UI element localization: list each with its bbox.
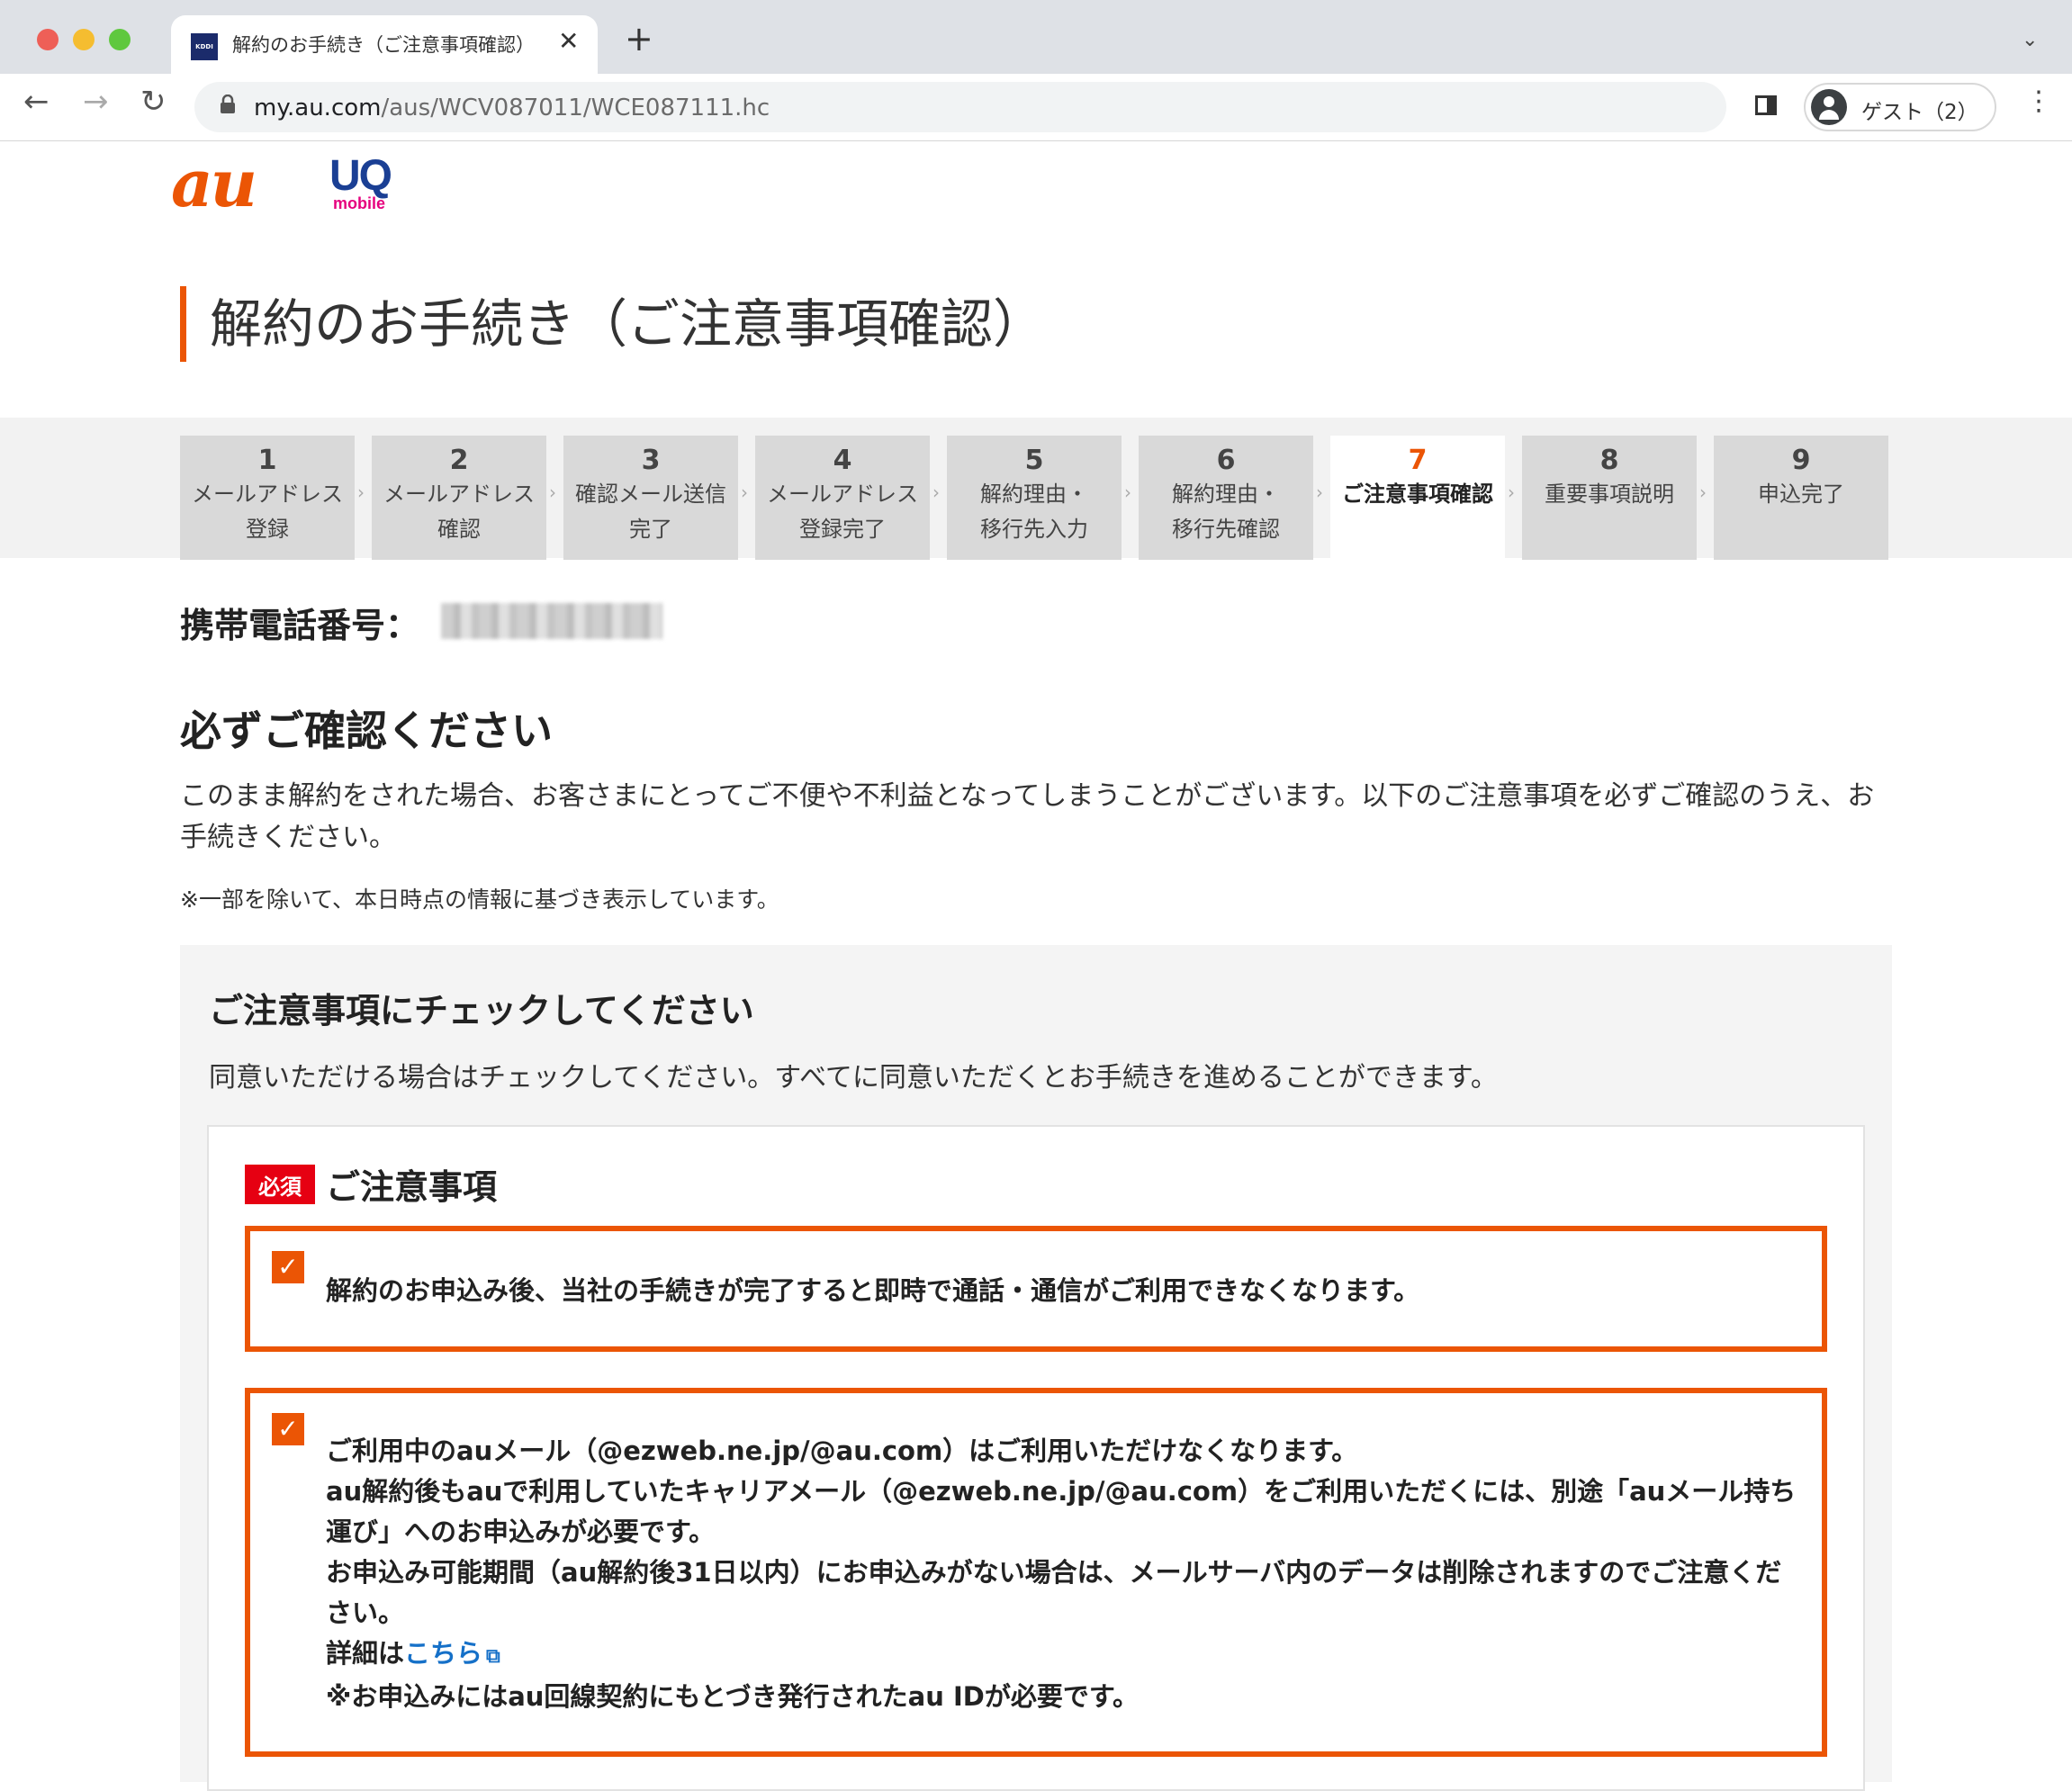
browser-toolbar: ← → ↻ my.au.com/aus/WCV087011/WCE087111.…: [0, 74, 2072, 141]
step-label: ご注意事項確認: [1342, 482, 1493, 507]
tab-close-icon[interactable]: ✕: [558, 26, 579, 56]
profile-label: ゲスト（2）: [1861, 101, 1978, 124]
address-bar[interactable]: my.au.com/aus/WCV087011/WCE087111.hc: [194, 82, 1726, 132]
step-6: 6 解約理由・ 移行先確認: [1139, 436, 1313, 560]
step-label: 重要事項説明: [1545, 482, 1674, 507]
window-zoom-button[interactable]: [109, 29, 131, 50]
step-7: 7 ご注意事項確認: [1330, 436, 1505, 560]
step-number: 8: [1599, 445, 1619, 476]
uq-logo-subtext: mobile: [333, 194, 386, 212]
window-minimize-button[interactable]: [73, 29, 95, 50]
step-4: 4 メールアドレス 登録完了: [755, 436, 930, 560]
au-logo[interactable]: au: [171, 151, 257, 216]
step-separator-icon: ›: [357, 482, 365, 503]
tab-title: 解約のお手続き（ご注意事項確認）: [232, 34, 535, 56]
uq-logo-text: UQ: [329, 152, 392, 200]
confirm-note-text: ※一部を除いて、本日時点の情報に基づき表示しています。: [180, 886, 779, 913]
url-text: my.au.com/aus/WCV087011/WCE087111.hc: [254, 94, 770, 122]
notice-item-2-line-5: ※お申込みにはau回線契約にもとづき発行されたau IDが必要です。: [326, 1681, 1139, 1712]
step-separator-icon: ›: [1699, 482, 1707, 503]
step-5: 5 解約理由・ 移行先入力: [947, 436, 1122, 560]
browser-menu-icon[interactable]: ⋮: [2025, 88, 2052, 115]
new-tab-button[interactable]: +: [625, 22, 653, 56]
step-separator-icon: ›: [1508, 482, 1515, 503]
detail-link[interactable]: こちら: [404, 1638, 482, 1669]
notice-item-1[interactable]: ✓ 解約のお申込み後、当社の手続きが完了すると即時で通話・通信がご利用できなくな…: [245, 1226, 1827, 1352]
notice-item-2-line-1: ご利用中のauメール（@ezweb.ne.jp/@au.com）はご利用いただけ…: [326, 1436, 1358, 1466]
step-separator-icon: ›: [1316, 482, 1323, 503]
confirm-intro-text: このまま解約をされた場合、お客さまにとってご不便や不利益となってしまうことがござ…: [180, 780, 1875, 853]
notice-heading: ご注意事項: [326, 1167, 498, 1207]
step-label: メールアドレス 登録: [192, 482, 343, 542]
profile-button[interactable]: ゲスト（2）: [1804, 83, 1996, 131]
detail-prefix: 詳細は: [326, 1638, 405, 1669]
lock-icon[interactable]: [220, 94, 236, 120]
url-host: my.au.com: [254, 94, 382, 122]
step-number: 9: [1791, 445, 1811, 476]
step-separator-icon: ›: [932, 482, 940, 503]
required-badge: 必須: [245, 1165, 315, 1204]
step-9: 9 申込完了: [1714, 436, 1888, 560]
uq-mobile-logo[interactable]: UQ mobile: [329, 152, 392, 213]
back-button[interactable]: ←: [23, 86, 50, 117]
step-number: 6: [1216, 445, 1236, 476]
notice-item-1-checkbox[interactable]: ✓: [272, 1251, 304, 1283]
page-title: 解約のお手続き（ご注意事項確認）: [180, 286, 1045, 362]
step-separator-icon: ›: [741, 482, 748, 503]
step-1: 1 メールアドレス 登録: [180, 436, 355, 560]
check-panel-title: ご注意事項にチェックしてください: [209, 991, 754, 1030]
step-label: 申込完了: [1758, 482, 1844, 507]
step-number: 2: [449, 445, 469, 476]
forward-button[interactable]: →: [83, 86, 109, 117]
step-label: 解約理由・ 移行先入力: [980, 482, 1088, 542]
notice-item-2-text: ご利用中のauメール（@ezweb.ne.jp/@au.com）はご利用いただけ…: [326, 1431, 1802, 1717]
step-label: メールアドレス 確認: [383, 482, 535, 542]
tab-search-icon[interactable]: ⌄: [2022, 29, 2038, 51]
step-3: 3 確認メール送信 完了: [563, 436, 738, 560]
side-panel-icon[interactable]: [1755, 95, 1777, 115]
notice-item-2-line-2: au解約後もauで利用していたキャリアメール（@ezweb.ne.jp/@au.…: [326, 1476, 1797, 1547]
notice-item-2[interactable]: ✓ ご利用中のauメール（@ezweb.ne.jp/@au.com）はご利用いた…: [245, 1388, 1827, 1757]
step-number: 7: [1408, 445, 1428, 476]
step-label: 確認メール送信 完了: [575, 482, 726, 542]
notice-item-1-text: 解約のお申込み後、当社の手続きが完了すると即時で通話・通信がご利用できなくなりま…: [326, 1275, 1420, 1306]
phone-number-value-redacted: [441, 603, 662, 639]
step-2: 2 メールアドレス 確認: [372, 436, 546, 560]
step-number: 1: [257, 445, 277, 476]
step-number: 3: [641, 445, 661, 476]
step-number: 4: [833, 445, 852, 476]
step-label: メールアドレス 登録完了: [767, 482, 918, 542]
step-separator-icon: ›: [549, 482, 556, 503]
confirm-section-title: 必ずご確認ください: [180, 706, 553, 755]
step-separator-icon: ›: [1124, 482, 1131, 503]
step-label: 解約理由・ 移行先確認: [1172, 482, 1280, 542]
browser-tab[interactable]: KDDI 解約のお手続き（ご注意事項確認） ✕: [171, 15, 598, 74]
profile-avatar-icon: [1811, 89, 1847, 125]
external-link-icon: ⧉: [486, 1645, 500, 1668]
phone-number-label: 携帯電話番号：: [180, 606, 420, 645]
notice-item-2-detail-line: 詳細はこちら ⧉: [326, 1634, 1802, 1677]
check-panel-description: 同意いただける場合はチェックしてください。すべてに同意いただくとお手続きを進める…: [209, 1062, 1498, 1094]
step-number: 5: [1024, 445, 1044, 476]
url-path: /aus/WCV087011/WCE087111.hc: [381, 94, 770, 122]
step-8: 8 重要事項説明: [1522, 436, 1697, 560]
notice-item-2-checkbox[interactable]: ✓: [272, 1413, 304, 1445]
notice-item-2-line-3: お申込み可能期間（au解約後31日以内）にお申込みがない場合は、メールサーバ内の…: [326, 1557, 1782, 1628]
browser-tab-bar: KDDI 解約のお手続き（ご注意事項確認） ✕ + ⌄: [0, 0, 2072, 74]
window-close-button[interactable]: [37, 29, 59, 50]
kddi-favicon-icon: KDDI: [191, 33, 218, 60]
reload-button[interactable]: ↻: [140, 86, 167, 117]
